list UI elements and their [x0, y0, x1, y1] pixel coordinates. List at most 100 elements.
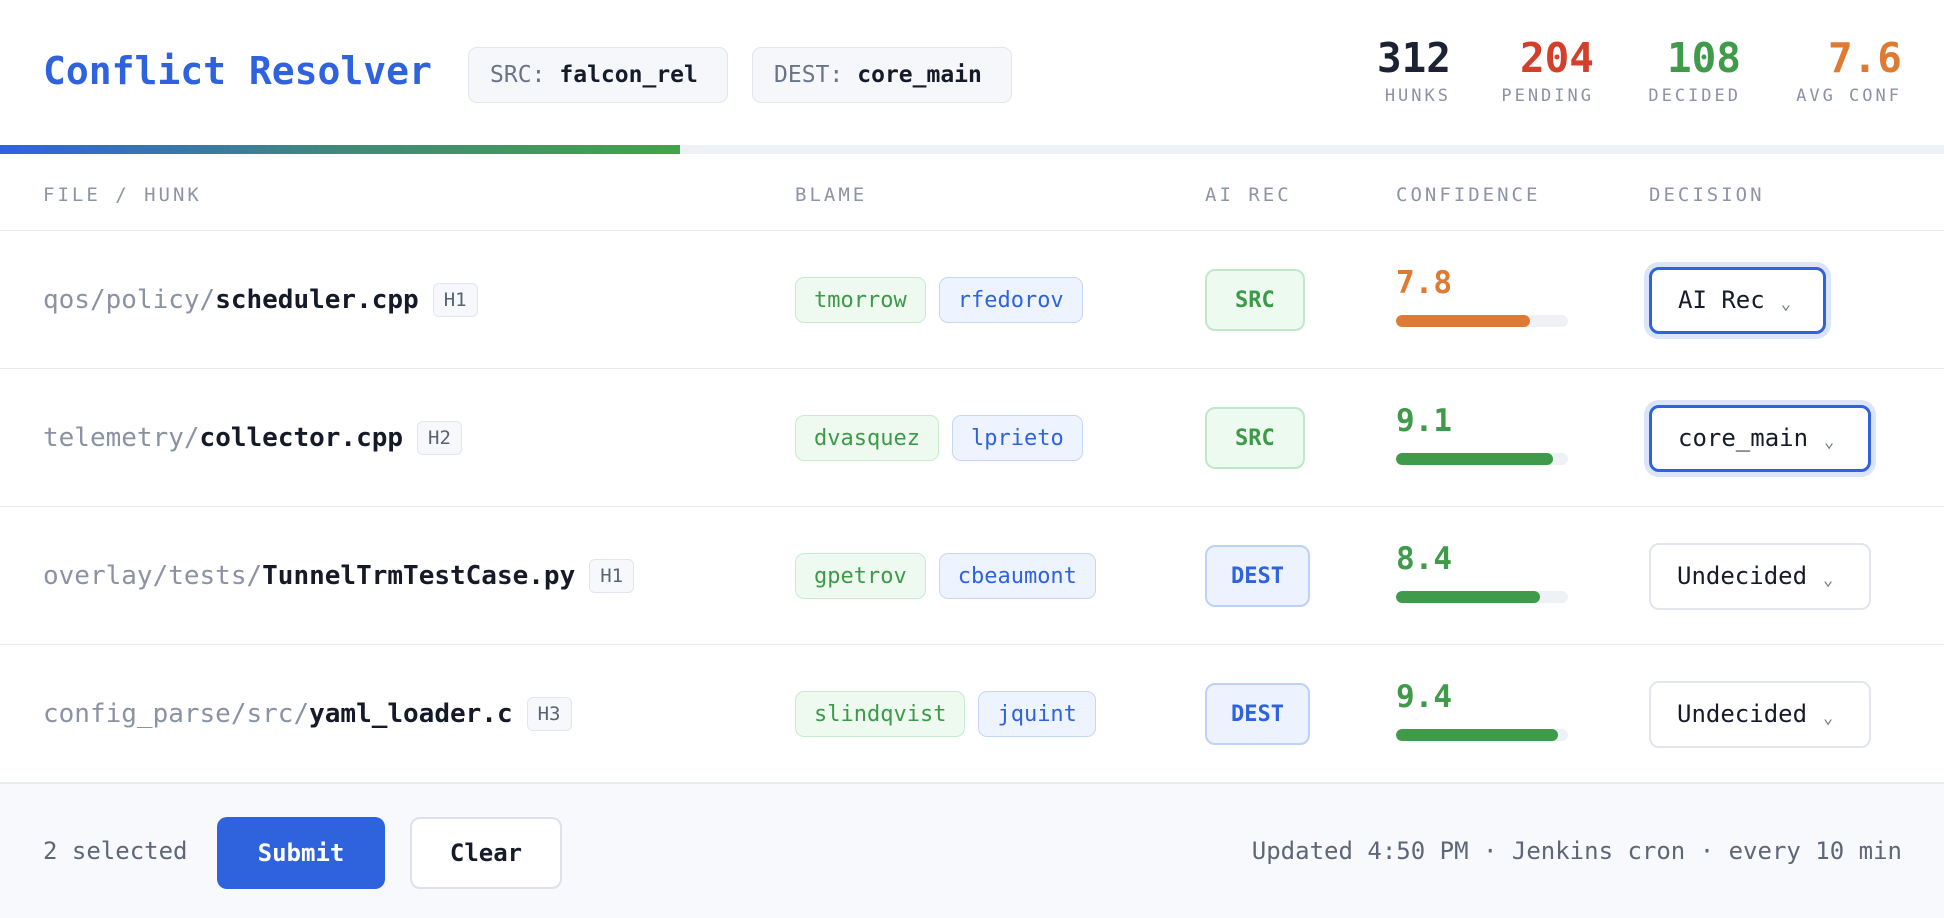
confidence-bar [1396, 315, 1568, 327]
file-directory: config_parse/src/ [43, 699, 310, 729]
dest-value: core_main [857, 62, 982, 88]
file-name[interactable]: scheduler.cpp [215, 285, 419, 315]
blame-cell: gpetrov cbeaumont [795, 507, 1096, 645]
dest-label: DEST: [774, 62, 844, 88]
blame-author-tag[interactable]: rfedorov [938, 277, 1083, 323]
src-value: falcon_rel [559, 62, 698, 88]
decision-progress-fill [0, 145, 681, 154]
stat-hunks-value: 312 [1376, 34, 1451, 82]
confidence-value: 7.8 [1396, 265, 1452, 301]
table-row: config_parse/src/yaml_loader.c H3 slindqvi… [0, 645, 1944, 783]
confidence-value: 8.4 [1396, 541, 1452, 577]
decision-cell: Undecided ⌄ [1649, 645, 1871, 783]
table-row: telemetry/collector.cpp H2 dvasquez lprieto… [0, 369, 1944, 507]
selection-count: 2 selected [43, 837, 188, 865]
confidence-value: 9.1 [1396, 403, 1452, 439]
table-row: overlay/tests/TunnelTrmTestCase.py H1 gpet… [0, 507, 1944, 645]
confidence-bar-fill [1396, 591, 1541, 603]
decision-cell: Undecided ⌄ [1649, 507, 1871, 645]
column-confidence: CONFIDENCE [1396, 184, 1541, 206]
ai-rec-cell: SRC [1205, 231, 1305, 369]
file-name[interactable]: collector.cpp [200, 423, 404, 453]
confidence-value: 9.4 [1396, 679, 1452, 715]
ai-rec-cell: DEST [1205, 507, 1310, 645]
stat-pending: 204 PENDING [1501, 34, 1594, 106]
file-hunk-cell: overlay/tests/TunnelTrmTestCase.py H1 [43, 507, 635, 645]
file-hunk-cell: qos/policy/scheduler.cpp H1 [43, 231, 478, 369]
stat-decided-value: 108 [1666, 34, 1741, 82]
decision-select[interactable]: Undecided ⌄ [1649, 680, 1871, 748]
hunk-badge: H1 [589, 559, 635, 593]
file-name[interactable]: TunnelTrmTestCase.py [262, 561, 575, 591]
decision-value: AI Rec [1678, 286, 1765, 314]
file-directory: telemetry/ [43, 423, 200, 453]
ai-rec-badge: DEST [1205, 545, 1310, 607]
stat-hunks: 312 HUNKS [1377, 34, 1451, 106]
hunk-badge: H3 [526, 697, 572, 731]
confidence-bar-fill [1396, 315, 1531, 327]
chevron-down-icon: ⌄ [1824, 432, 1835, 452]
table-row: qos/policy/scheduler.cpp H1 tmorrow rfedoro… [0, 231, 1944, 369]
blame-author-tag[interactable]: slindqvist [795, 691, 966, 737]
blame-author-tag[interactable]: cbeaumont [938, 553, 1096, 599]
decision-select[interactable]: AI Rec ⌄ [1649, 266, 1826, 334]
decision-cell: AI Rec ⌄ [1649, 231, 1826, 369]
stat-avg-conf: 7.6 AVG CONF [1796, 34, 1902, 106]
column-file-hunk: FILE / HUNK [43, 184, 202, 206]
footer: 2 selected Submit Clear Updated 4:50 PM … [0, 783, 1944, 918]
file-name[interactable]: yaml_loader.c [309, 699, 513, 729]
ai-rec-cell: DEST [1205, 645, 1310, 783]
blame-author-tag[interactable]: jquint [978, 691, 1096, 737]
column-decision: DECISION [1649, 184, 1765, 206]
blame-cell: slindqvist jquint [795, 645, 1096, 783]
confidence-bar-fill [1396, 453, 1553, 465]
confidence-bar [1396, 591, 1568, 603]
stat-decided: 108 DECIDED [1648, 34, 1741, 106]
hunk-badge: H1 [432, 283, 478, 317]
dest-branch-chip: DEST: core_main [752, 47, 1012, 103]
header: Conflict Resolver SRC: falcon_rel DEST: … [0, 0, 1944, 145]
column-blame: BLAME [795, 184, 868, 206]
blame-cell: dvasquez lprieto [795, 369, 1083, 507]
decision-select[interactable]: Undecided ⌄ [1649, 542, 1871, 610]
confidence-bar [1396, 453, 1568, 465]
blame-author-tag[interactable]: dvasquez [795, 415, 939, 461]
blame-author-tag[interactable]: tmorrow [795, 277, 926, 323]
blame-cell: tmorrow rfedorov [795, 231, 1083, 369]
page-title: Conflict Resolver [43, 49, 432, 93]
chevron-down-icon: ⌄ [1780, 294, 1791, 314]
stat-decided-label: DECIDED [1648, 86, 1741, 106]
blame-author-tag[interactable]: gpetrov [795, 553, 926, 599]
conflict-resolver-app: Conflict Resolver SRC: falcon_rel DEST: … [0, 0, 1944, 918]
decision-value: Undecided [1677, 700, 1808, 728]
chevron-down-icon: ⌄ [1823, 708, 1834, 728]
ai-rec-badge: SRC [1205, 407, 1305, 469]
column-ai-rec: AI REC [1205, 184, 1292, 206]
stat-pending-value: 204 [1519, 34, 1594, 82]
hunk-badge: H2 [417, 421, 462, 455]
ai-rec-badge: SRC [1205, 269, 1305, 331]
decision-cell: core_main ⌄ [1649, 369, 1871, 507]
table-header: FILE / HUNK BLAME AI REC CONFIDENCE DECI… [0, 154, 1944, 231]
stat-pending-label: PENDING [1501, 86, 1594, 106]
submit-button[interactable]: Submit [217, 817, 385, 889]
decision-progress-bar [0, 145, 1944, 154]
file-directory: overlay/tests/ [43, 561, 263, 591]
stat-avg-conf-value: 7.6 [1827, 34, 1902, 82]
file-directory: qos/policy/ [43, 285, 216, 315]
chevron-down-icon: ⌄ [1823, 570, 1834, 590]
decision-value: Undecided [1677, 562, 1808, 590]
src-label: SRC: [490, 62, 546, 88]
clear-button[interactable]: Clear [410, 817, 562, 889]
confidence-bar [1396, 729, 1568, 741]
ai-rec-cell: SRC [1205, 369, 1305, 507]
file-hunk-cell: config_parse/src/yaml_loader.c H3 [43, 645, 572, 783]
stat-hunks-label: HUNKS [1384, 86, 1451, 106]
file-hunk-cell: telemetry/collector.cpp H2 [43, 369, 462, 507]
confidence-bar-fill [1396, 729, 1558, 741]
decision-select[interactable]: core_main ⌄ [1649, 404, 1871, 472]
blame-author-tag[interactable]: lprieto [951, 415, 1083, 461]
decision-value: core_main [1678, 424, 1809, 452]
stat-avg-conf-label: AVG CONF [1796, 86, 1902, 106]
ai-rec-badge: DEST [1205, 683, 1310, 745]
